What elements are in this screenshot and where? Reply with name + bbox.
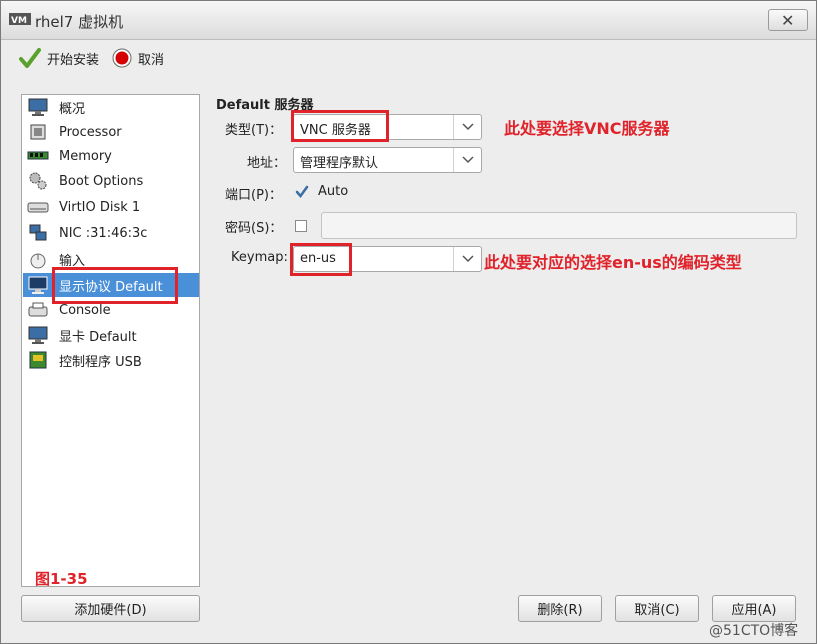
- mouse-icon: [27, 249, 49, 269]
- address-select[interactable]: 管理程序默认: [293, 147, 482, 173]
- figure-label: 图1-35: [35, 570, 88, 588]
- sidebar-item-boot-options[interactable]: Boot Options: [23, 169, 199, 193]
- chevron-down-icon: [453, 247, 481, 271]
- sidebar-item-label: VirtIO Disk 1: [59, 199, 141, 215]
- cancel-install-label: 取消: [138, 52, 165, 68]
- sidebar-item-memory[interactable]: Memory: [23, 144, 199, 168]
- cpu-icon: [27, 122, 49, 142]
- virt-manager-icon: VM: [9, 13, 31, 25]
- network-icon: [27, 223, 49, 243]
- vnc-highlight-box: [291, 110, 389, 142]
- password-input[interactable]: [321, 212, 797, 239]
- port-auto-checkbox[interactable]: [295, 185, 309, 199]
- gears-icon: [27, 171, 49, 191]
- sidebar-item-label: Processor: [59, 124, 122, 140]
- cancel-button[interactable]: 取消(C): [615, 595, 699, 622]
- sidebar-item-label: 显卡 Default: [59, 329, 137, 345]
- sidebar-item-overview[interactable]: 概况: [23, 95, 199, 119]
- checkmark-icon: [19, 48, 41, 68]
- sidebar-item-nic[interactable]: NIC :31:46:3c: [23, 221, 199, 245]
- password-checkbox[interactable]: [295, 220, 307, 232]
- begin-install-button[interactable]: 开始安装: [19, 46, 99, 70]
- keymap-annotation: 此处要对应的选择en-us的编码类型: [484, 253, 742, 272]
- title-bar: VM rhel7 虚拟机 ✕: [1, 1, 816, 40]
- begin-install-label: 开始安装: [47, 52, 100, 68]
- add-hardware-button[interactable]: 添加硬件(D): [21, 595, 200, 622]
- sidebar-item-video[interactable]: 显卡 Default: [23, 323, 199, 347]
- address-select-value: 管理程序默认: [300, 156, 379, 171]
- port-auto-label: Auto: [318, 184, 349, 199]
- display-icon: [27, 275, 49, 295]
- sidebar-item-label: 控制程序 USB: [59, 354, 142, 370]
- sidebar-item-controller[interactable]: 控制程序 USB: [23, 348, 199, 372]
- sidebar-item-label: Memory: [59, 148, 112, 164]
- chevron-down-icon: [453, 115, 481, 139]
- sidebar-item-virtio-disk[interactable]: VirtIO Disk 1: [23, 195, 199, 219]
- svg-text:VM: VM: [11, 16, 27, 25]
- keymap-highlight-box: [290, 243, 352, 276]
- chevron-down-icon: [453, 148, 481, 172]
- hardware-list: 概况 Processor Memory Boot Options VirtIO …: [21, 94, 200, 587]
- window-title: rhel7 虚拟机: [35, 13, 124, 31]
- disk-icon: [27, 197, 49, 217]
- port-label: 端口(P)：: [225, 188, 282, 203]
- sidebar-item-label: Boot Options: [59, 173, 144, 189]
- sidebar-item-processor[interactable]: Processor: [23, 120, 199, 144]
- type-label: 类型(T)：: [225, 123, 283, 138]
- controller-icon: [27, 350, 49, 370]
- keymap-label: Keymap:: [231, 250, 288, 265]
- monitor-icon: [27, 97, 49, 117]
- stop-icon: [112, 48, 132, 68]
- vnc-annotation: 此处要选择VNC服务器: [504, 119, 670, 138]
- vm-details-window: VM rhel7 虚拟机 ✕ 开始安装 取消 概况 Processor Memo…: [0, 0, 817, 644]
- sidebar-item-label: NIC :31:46:3c: [59, 225, 148, 241]
- video-card-icon: [27, 325, 49, 345]
- remove-button[interactable]: 删除(R): [518, 595, 602, 622]
- sidebar-item-label: Console: [59, 302, 111, 318]
- display-highlight-box: [52, 267, 178, 304]
- memory-icon: [27, 146, 49, 166]
- sidebar-item-label: 概况: [59, 101, 86, 117]
- close-button[interactable]: ✕: [768, 9, 808, 31]
- toolbar: 开始安装 取消: [1, 40, 816, 76]
- sidebar-item-label: 输入: [59, 253, 86, 269]
- watermark: @51CTO博客: [709, 623, 799, 639]
- password-label: 密码(S)：: [225, 221, 283, 236]
- address-label: 地址：: [247, 156, 287, 171]
- close-icon: ✕: [781, 11, 795, 30]
- cancel-install-button[interactable]: 取消: [112, 46, 164, 70]
- console-icon: [27, 300, 49, 320]
- apply-button[interactable]: 应用(A): [712, 595, 796, 622]
